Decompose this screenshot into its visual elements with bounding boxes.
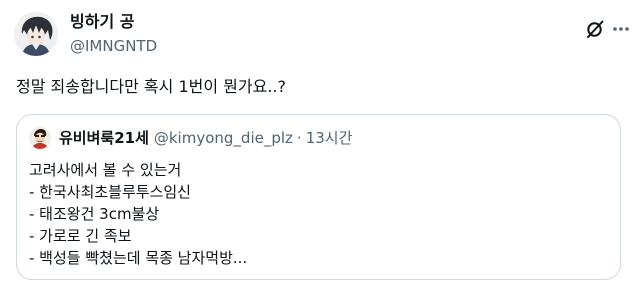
anime-character-avatar-icon xyxy=(14,12,58,56)
separator-dot: · xyxy=(296,129,302,147)
author-handle[interactable]: @IMNGNTD xyxy=(70,36,157,56)
quote-body: 고려사에서 볼 수 있는거 - 한국사최초블루투스임신 - 태조왕건 3cm불상… xyxy=(29,159,609,269)
grok-button[interactable] xyxy=(584,18,606,40)
tweet-card: 빙하기 공 @IMNGNTD 정말 죄송합니다만 혹시 1번이 뭔가요..? 유… xyxy=(0,0,638,284)
quote-timestamp[interactable]: 13시간 xyxy=(306,128,353,148)
quote-author-handle[interactable]: @kimyong_die_plz xyxy=(154,128,293,148)
quoted-tweet[interactable]: 유비벼룩21세 @kimyong_die_plz · 13시간 고려사에서 볼 … xyxy=(16,114,621,280)
quote-author-avatar[interactable] xyxy=(29,127,51,149)
cartoon-avatar-icon xyxy=(29,127,51,149)
quote-author-name[interactable]: 유비벼룩21세 xyxy=(59,128,149,148)
tweet-text: 정말 죄송합니다만 혹시 1번이 뭔가요..? xyxy=(16,77,286,96)
author-display-name[interactable]: 빙하기 공 xyxy=(70,12,134,32)
more-dots-icon xyxy=(613,27,629,31)
grok-icon xyxy=(587,20,604,38)
quote-line: - 태조왕건 3cm불상 xyxy=(29,205,160,223)
quote-line: - 한국사최초블루투스임신 xyxy=(29,183,191,201)
author-avatar[interactable] xyxy=(14,12,58,56)
more-options-button[interactable] xyxy=(610,18,632,40)
quote-header: 유비벼룩21세 @kimyong_die_plz · 13시간 xyxy=(59,128,352,148)
quote-line: - 가로로 긴 족보 xyxy=(29,227,132,245)
quote-line: 고려사에서 볼 수 있는거 xyxy=(29,161,182,179)
quote-line: - 백성들 빡쳤는데 목종 남자먹방... xyxy=(29,249,248,267)
